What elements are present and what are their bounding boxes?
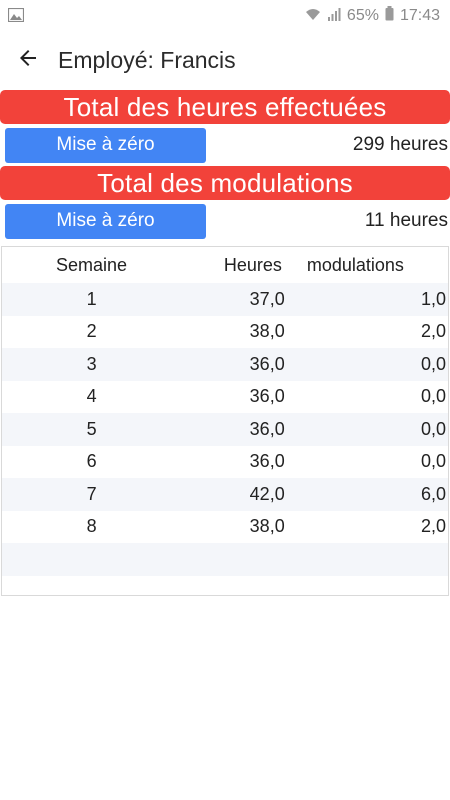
hours-cell: 38,0 xyxy=(249,516,285,537)
table-row[interactable]: 4 36,0 0,0 xyxy=(2,380,448,413)
modulations-total-value: 11 heures xyxy=(364,210,448,231)
back-button[interactable] xyxy=(0,32,56,88)
battery-percent: 65% xyxy=(346,7,379,24)
arrow-back-icon xyxy=(16,46,40,75)
table-row[interactable]: 3 36,0 0,0 xyxy=(2,348,448,381)
hours-cell: 36,0 xyxy=(249,353,285,374)
column-header-semaine: Semaine xyxy=(56,254,128,275)
week-cell: 3 xyxy=(86,353,97,374)
modulations-total-banner: Total des modulations xyxy=(0,166,450,200)
hours-row: Mise à zéro 299 heures xyxy=(0,124,450,166)
page-title: Employé: Francis xyxy=(58,46,236,73)
hours-total-value: 299 heures xyxy=(352,134,448,155)
weeks-table[interactable]: Semaine Heures modulations 1 37,0 1,0 2 … xyxy=(1,246,449,596)
modulation-cell: 1,0 xyxy=(420,288,446,309)
week-cell: 4 xyxy=(86,386,97,407)
signal-icon xyxy=(327,7,341,26)
modulation-cell: 0,0 xyxy=(420,451,446,472)
modulation-cell: 6,0 xyxy=(420,483,446,504)
table-row[interactable]: 1 37,0 1,0 xyxy=(2,283,448,316)
modulation-cell: 0,0 xyxy=(420,386,446,407)
column-header-modulations: modulations xyxy=(306,254,404,275)
modulation-cell: 0,0 xyxy=(420,418,446,439)
table-row[interactable]: 8 38,0 2,0 xyxy=(2,510,448,543)
reset-modulations-button[interactable]: Mise à zéro xyxy=(5,203,206,239)
hours-cell: 36,0 xyxy=(249,418,285,439)
column-header-heures: Heures xyxy=(223,254,282,275)
empty-table-row xyxy=(2,543,448,576)
week-cell: 7 xyxy=(86,483,97,504)
hours-cell: 36,0 xyxy=(249,386,285,407)
table-row[interactable]: 5 36,0 0,0 xyxy=(2,413,448,446)
wifi-icon xyxy=(305,7,321,26)
hours-cell: 36,0 xyxy=(249,451,285,472)
table-row[interactable]: 6 36,0 0,0 xyxy=(2,445,448,478)
app-bar: Employé: Francis xyxy=(0,32,450,88)
week-cell: 5 xyxy=(86,418,97,439)
table-row[interactable]: 7 42,0 6,0 xyxy=(2,478,448,511)
modulations-row: Mise à zéro 11 heures xyxy=(0,200,450,242)
week-cell: 2 xyxy=(86,321,97,342)
hours-cell: 42,0 xyxy=(249,483,285,504)
hours-total-banner: Total des heures effectuées xyxy=(0,90,450,124)
week-cell: 6 xyxy=(86,451,97,472)
table-header: Semaine Heures modulations xyxy=(2,247,448,283)
reset-hours-button[interactable]: Mise à zéro xyxy=(5,127,206,163)
modulation-cell: 2,0 xyxy=(420,321,446,342)
table-row[interactable]: 2 38,0 2,0 xyxy=(2,315,448,348)
week-cell: 8 xyxy=(86,516,97,537)
battery-icon xyxy=(385,6,394,26)
gallery-icon xyxy=(7,7,25,27)
modulation-cell: 2,0 xyxy=(420,516,446,537)
status-bar: 65% 17:43 xyxy=(0,0,450,32)
table-body: 1 37,0 1,0 2 38,0 2,0 3 36,0 0,0 4 36,0 … xyxy=(2,283,448,576)
week-cell: 1 xyxy=(86,288,97,309)
clock: 17:43 xyxy=(399,7,440,24)
modulation-cell: 0,0 xyxy=(420,353,446,374)
hours-cell: 38,0 xyxy=(249,321,285,342)
hours-cell: 37,0 xyxy=(249,288,285,309)
